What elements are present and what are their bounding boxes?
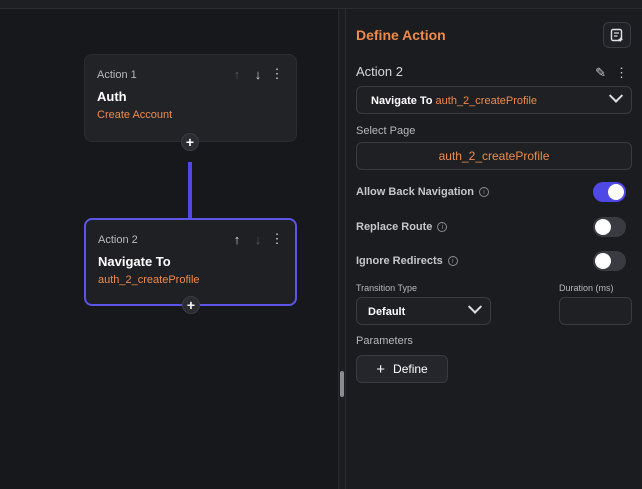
chevron-down-icon [608, 88, 624, 103]
arrow-down-icon[interactable]: ↓ [251, 232, 265, 247]
edit-pencil-icon[interactable]: ✎ [595, 65, 606, 81]
action-card-label: Action 2 [98, 234, 138, 246]
transition-type-label: Transition Type [356, 283, 418, 293]
info-icon: i [437, 222, 448, 232]
info-icon: i [447, 256, 458, 266]
action-card-label: Action 1 [97, 69, 137, 81]
arrow-down-icon[interactable]: ↓ [251, 67, 265, 82]
allow-back-navigation-label: Allow Back Navigation i [356, 186, 489, 198]
chevron-down-icon [467, 299, 483, 314]
define-action-panel: Define Action Action 2 ✎ ⋮ Navigate To au… [346, 9, 642, 489]
ignore-redirects-label: Ignore Redirects i [356, 255, 458, 267]
kebab-menu-icon[interactable]: ⋮ [270, 66, 284, 81]
action-card-1[interactable]: Action 1 Auth Create Account ↑ ↓ ⋮ + [84, 54, 297, 151]
define-parameters-button[interactable]: + Define [356, 355, 448, 383]
kebab-menu-icon[interactable]: ⋮ [615, 65, 628, 81]
ignore-redirects-toggle[interactable] [593, 251, 626, 271]
action-card-title: Auth [97, 89, 127, 104]
select-page-field[interactable]: auth_2_createProfile [356, 142, 632, 170]
select-page-label: Select Page [356, 125, 416, 137]
arrow-up-icon[interactable]: ↑ [230, 67, 244, 82]
action-card-2[interactable]: Action 2 Navigate To auth_2_createProfil… [84, 218, 297, 314]
plus-icon: + [376, 360, 386, 378]
define-button-label: Define [393, 362, 428, 376]
duration-input[interactable] [559, 297, 632, 325]
parameters-label: Parameters [356, 335, 413, 347]
info-icon: i [478, 187, 489, 197]
allow-back-navigation-toggle[interactable] [593, 182, 626, 202]
action-name: Action 2 [356, 64, 403, 79]
card-connector [188, 162, 192, 225]
replace-route-toggle[interactable] [593, 217, 626, 237]
plus-icon[interactable]: + [182, 296, 200, 314]
panel-title: Define Action [356, 27, 446, 43]
notes-button[interactable] [603, 22, 631, 48]
panel-divider [338, 9, 346, 489]
resize-handle[interactable] [340, 371, 344, 397]
action-flow-canvas: Action 1 Auth Create Account ↑ ↓ ⋮ + Act… [0, 9, 338, 489]
replace-route-label: Replace Route i [356, 221, 448, 233]
action-type-select[interactable]: Navigate To auth_2_createProfile [356, 86, 632, 114]
arrow-up-icon[interactable]: ↑ [230, 232, 244, 247]
action-card-subtitle: auth_2_createProfile [98, 274, 200, 286]
action-card-title: Navigate To [98, 254, 171, 269]
top-bar [0, 0, 642, 9]
kebab-menu-icon[interactable]: ⋮ [270, 231, 284, 246]
action-type-value: Navigate To auth_2_createProfile [371, 95, 538, 107]
transition-type-select[interactable]: Default [356, 297, 491, 325]
duration-label: Duration (ms) [559, 283, 614, 293]
transition-type-value: Default [368, 306, 406, 318]
notes-icon [610, 28, 623, 42]
plus-icon[interactable]: + [181, 133, 199, 151]
action-card-subtitle: Create Account [97, 109, 173, 121]
